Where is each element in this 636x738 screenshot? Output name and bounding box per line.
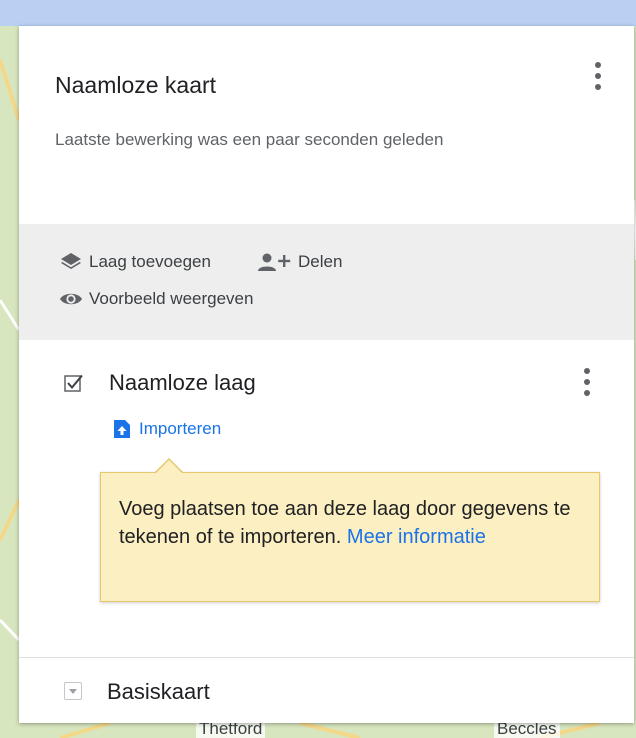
map-actions-bar: Laag toevoegen Delen Voorbeeld weergeven (19, 224, 634, 340)
basemap-label[interactable]: Basiskaart (107, 679, 210, 705)
add-layer-label: Laag toevoegen (89, 252, 211, 271)
learn-more-link[interactable]: Meer informatie (347, 526, 486, 548)
map-title[interactable]: Naamloze kaart (55, 72, 216, 99)
expand-icon (69, 689, 77, 694)
basemap-expand-toggle[interactable] (64, 682, 82, 700)
preview-label: Voorbeeld weergeven (89, 289, 254, 308)
empty-layer-tooltip: Voeg plaatsen toe aan deze laag door geg… (100, 472, 600, 602)
map-options-button[interactable] (586, 62, 610, 102)
tooltip-text: Voeg plaatsen toe aan deze laag door geg… (119, 495, 584, 551)
share-button[interactable]: Delen (256, 252, 342, 272)
file-upload-icon (114, 420, 130, 438)
eye-icon (60, 293, 82, 305)
layer-options-button[interactable] (575, 368, 599, 408)
share-label: Delen (298, 252, 343, 271)
layer-name[interactable]: Naamloze laag (109, 370, 256, 396)
import-label: Importeren (139, 419, 222, 438)
preview-button[interactable]: Voorbeeld weergeven (59, 289, 253, 309)
map-legend-panel: Naamloze kaart Laatste bewerking was een… (19, 26, 634, 723)
map-header: Naamloze kaart Laatste bewerking was een… (19, 26, 634, 224)
add-layer-button[interactable]: Laag toevoegen (59, 252, 211, 272)
person-add-icon (258, 253, 291, 271)
import-link[interactable]: Importeren (113, 419, 221, 439)
layer-visibility-checkbox[interactable] (64, 373, 84, 393)
more-vert-icon (584, 368, 590, 374)
layers-icon (61, 253, 81, 269)
more-vert-icon (595, 62, 601, 68)
tooltip-message: Voeg plaatsen toe aan deze laag door geg… (119, 498, 571, 548)
divider (19, 657, 634, 658)
last-edit-status: Laatste bewerking was een paar seconden … (55, 130, 444, 149)
